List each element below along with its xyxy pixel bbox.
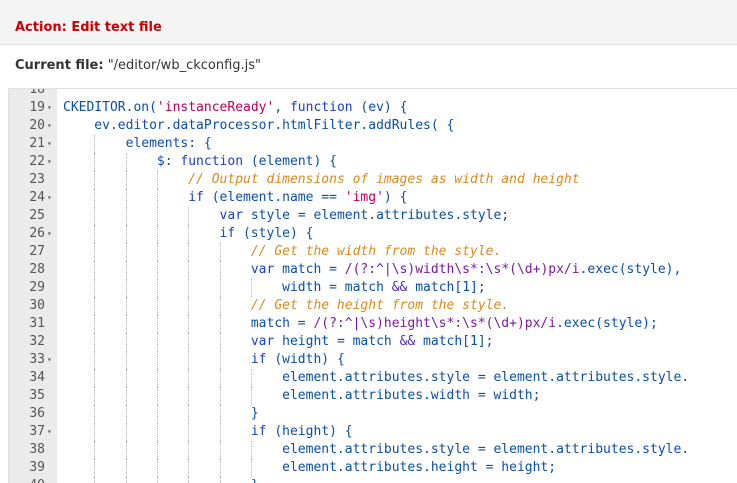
code-line[interactable]: 36 } <box>9 405 737 423</box>
line-number: 37 <box>29 424 45 439</box>
code-line[interactable]: 38 element.attributes.style = element.at… <box>9 441 737 459</box>
code-text[interactable]: match = /(?:^|\s)height\s*:\s*(\d+)px/i.… <box>63 315 658 333</box>
code-line[interactable]: 25 var style = element.attributes.style; <box>9 207 737 225</box>
code-text[interactable]: var match = /(?:^|\s)width\s*:\s*(\d+)px… <box>63 261 682 279</box>
code-text[interactable]: element.attributes.height = height; <box>63 459 556 477</box>
code-text[interactable]: if (width) { <box>63 351 345 369</box>
action-title: Action: Edit text file <box>15 20 162 35</box>
fold-arrow-icon[interactable]: ▾ <box>47 99 55 117</box>
code-text[interactable]: ev.editor.dataProcessor.htmlFilter.addRu… <box>63 117 454 135</box>
line-number: 28 <box>29 262 45 277</box>
line-number: 27 <box>29 244 45 259</box>
code-text[interactable]: // Output dimensions of images as width … <box>63 171 579 189</box>
line-number: 38 <box>29 442 45 457</box>
code-line[interactable]: 19 ▾ CKEDITOR.on('instanceReady', function… <box>9 99 737 117</box>
line-number: 21 <box>29 136 45 151</box>
code-line[interactable]: 27 // Get the width from the style. <box>9 243 737 261</box>
current-file-label: Current file: <box>15 58 104 73</box>
code-line[interactable]: 33 ▾ if (width) { <box>9 351 737 369</box>
fold-arrow-icon[interactable]: ▾ <box>47 351 55 369</box>
line-number: 30 <box>29 298 45 313</box>
code-line[interactable]: 34 element.attributes.style = element.at… <box>9 369 737 387</box>
code-text[interactable]: } <box>63 477 259 483</box>
fold-arrow-icon[interactable]: ▾ <box>47 117 55 135</box>
code-lines[interactable]: 18 19 ▾ CKEDITOR.on('instanceReady', functi… <box>9 88 737 483</box>
code-text[interactable]: element.attributes.style = element.attri… <box>63 369 689 387</box>
line-number: 29 <box>29 280 45 295</box>
code-line[interactable]: 26 ▾ if (style) { <box>9 225 737 243</box>
line-number: 24 <box>29 190 45 205</box>
code-line[interactable]: 39 element.attributes.height = height; <box>9 459 737 477</box>
fold-arrow-icon[interactable]: ▾ <box>47 189 55 207</box>
line-number: 20 <box>29 118 45 133</box>
code-line[interactable]: 23 // Output dimensions of images as wid… <box>9 171 737 189</box>
line-number: 18 <box>29 88 45 97</box>
code-text[interactable]: var style = element.attributes.style; <box>63 207 510 225</box>
line-number: 26 <box>29 226 45 241</box>
line-number: 36 <box>29 406 45 421</box>
line-number: 31 <box>29 316 45 331</box>
code-text[interactable]: // Get the width from the style. <box>63 243 501 261</box>
fold-arrow-icon[interactable]: ▾ <box>47 153 55 171</box>
fold-arrow-icon[interactable]: ▾ <box>47 135 55 153</box>
line-number: 32 <box>29 334 45 349</box>
line-number: 22 <box>29 154 45 169</box>
code-line[interactable]: 30 // Get the height from the style. <box>9 297 737 315</box>
code-text[interactable]: elements: { <box>63 135 212 153</box>
line-number: 35 <box>29 388 45 403</box>
code-line[interactable]: 35 element.attributes.width = width; <box>9 387 737 405</box>
code-line[interactable]: 32 var height = match && match[1]; <box>9 333 737 351</box>
code-text[interactable]: element.attributes.style = element.attri… <box>63 441 689 459</box>
code-text[interactable]: if (style) { <box>63 225 314 243</box>
line-number: 39 <box>29 460 45 475</box>
code-line[interactable]: 24 ▾ if (element.name == 'img') { <box>9 189 737 207</box>
code-text[interactable]: $: function (element) { <box>63 153 337 171</box>
code-line[interactable]: 28 var match = /(?:^|\s)width\s*:\s*(\d+… <box>9 261 737 279</box>
fold-arrow-icon[interactable]: ▾ <box>47 423 55 441</box>
current-file-path: "/editor/wb_ckconfig.js" <box>107 58 262 73</box>
code-text[interactable]: if (element.name == 'img') { <box>63 189 407 207</box>
line-number: 33 <box>29 352 45 367</box>
code-line[interactable]: 37 ▾ if (height) { <box>9 423 737 441</box>
fold-arrow-icon[interactable]: ▾ <box>47 225 55 243</box>
code-line[interactable]: 21 ▾ elements: { <box>9 135 737 153</box>
code-line[interactable]: 31 match = /(?:^|\s)height\s*:\s*(\d+)px… <box>9 315 737 333</box>
code-text[interactable]: var height = match && match[1]; <box>63 333 494 351</box>
code-line[interactable]: 18 <box>9 88 737 99</box>
action-bar: Action: Edit text file <box>0 0 737 45</box>
code-text[interactable]: // Get the height from the style. <box>63 297 509 315</box>
line-number: 23 <box>29 172 45 187</box>
code-text[interactable]: if (height) { <box>63 423 353 441</box>
line-number: 34 <box>29 370 45 385</box>
code-line[interactable]: 22 ▾ $: function (element) { <box>9 153 737 171</box>
code-text[interactable]: CKEDITOR.on('instanceReady', function (e… <box>63 99 407 117</box>
code-text[interactable]: element.attributes.width = width; <box>63 387 540 405</box>
line-number: 40 <box>9 477 45 483</box>
code-line[interactable]: 40 } <box>9 477 737 483</box>
current-file: Current file: "/editor/wb_ckconfig.js" <box>15 58 261 73</box>
code-editor[interactable]: 18 19 ▾ CKEDITOR.on('instanceReady', functi… <box>8 88 737 483</box>
code-text[interactable]: } <box>63 405 259 423</box>
code-line[interactable]: 20 ▾ ev.editor.dataProcessor.htmlFilter.a… <box>9 117 737 135</box>
code-line[interactable]: 29 width = match && match[1]; <box>9 279 737 297</box>
line-number: 25 <box>29 208 45 223</box>
line-number: 19 <box>29 100 45 115</box>
code-text[interactable]: width = match && match[1]; <box>63 279 486 297</box>
